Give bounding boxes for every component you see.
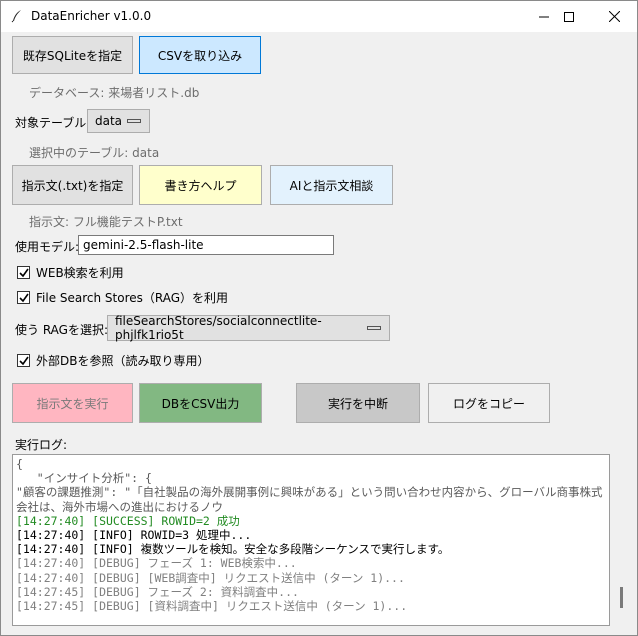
- model-label: 使用モデル:: [15, 240, 80, 254]
- log-line: [14:27:45] [DEBUG] [資料調査中] リクエスト送信中 (ターン…: [16, 599, 408, 614]
- log-line: [14:27:40] [DEBUG] フェーズ 1: WEB検索中...: [16, 556, 297, 571]
- model-input[interactable]: gemini-2.5-flash-lite: [78, 235, 334, 255]
- instruction-label: 指示文: フル機能テストP.txt: [29, 215, 183, 229]
- log-scrollbar[interactable]: [620, 587, 623, 608]
- title-bar: DataEnricher v1.0.0: [1, 1, 637, 32]
- rag-label: 使う RAGを選択:: [15, 323, 109, 337]
- log-line: "インサイト分析": {: [16, 471, 152, 486]
- external-db-checkbox[interactable]: 外部DBを参照（読み取り専用）: [17, 352, 209, 369]
- close-icon: [608, 11, 620, 22]
- external-db-label: 外部DBを参照（読み取り専用）: [36, 354, 210, 368]
- table-select-value: data: [95, 114, 123, 128]
- select-sqlite-button[interactable]: 既存SQLiteを指定: [12, 36, 133, 74]
- log-line: [14:27:40] [SUCCESS] ROWID=2 成功: [16, 513, 240, 528]
- rag-select[interactable]: fileSearchStores/socialconnectlite-phjlf…: [107, 314, 390, 342]
- export-csv-button[interactable]: DBをCSV出力: [139, 383, 262, 423]
- maximize-icon: [564, 11, 574, 22]
- dropdown-icon: [367, 326, 381, 330]
- close-button[interactable]: [591, 1, 637, 32]
- log-line: "顧客の課題推測": "「自社製品の海外展開事例に興味がある」という問い合わせ内…: [16, 485, 603, 514]
- table-label: 対象テーブル:: [15, 116, 91, 130]
- database-label: データベース: 来場者リスト.db: [29, 86, 200, 100]
- window-title: DataEnricher v1.0.0: [31, 9, 152, 23]
- rag-select-value: fileSearchStores/socialconnectlite-phjlf…: [115, 314, 322, 342]
- feather-icon: [10, 9, 24, 23]
- maximize-button[interactable]: [546, 1, 592, 32]
- log-output[interactable]: { "インサイト分析": { "顧客の課題推測": "「自社製品の海外展開事例に…: [12, 454, 610, 626]
- web-search-checkbox[interactable]: WEB検索を利用: [17, 264, 124, 281]
- stop-button[interactable]: 実行を中断: [296, 383, 420, 423]
- import-csv-button[interactable]: CSVを取り込み: [139, 36, 261, 74]
- log-line: [14:27:40] [INFO] ROWID=3 処理中...: [16, 528, 252, 543]
- help-button[interactable]: 書き方ヘルプ: [139, 165, 262, 205]
- select-instruction-button[interactable]: 指示文(.txt)を指定: [12, 165, 133, 205]
- dropdown-icon: [127, 119, 141, 123]
- app-window: DataEnricher v1.0.0 既存SQLiteを指定 CSVを取り込み…: [0, 0, 638, 636]
- ai-consult-button[interactable]: AIと指示文相談: [270, 165, 393, 205]
- table-select[interactable]: data: [87, 109, 150, 133]
- web-search-label: WEB検索を利用: [36, 266, 124, 280]
- log-line: [14:27:40] [INFO] 複数ツールを検知。安全な多段階シーケンスで実…: [16, 542, 450, 557]
- check-icon: [19, 268, 29, 278]
- selected-table-label: 選択中のテーブル: data: [29, 146, 160, 160]
- check-icon: [19, 293, 29, 303]
- file-search-label: File Search Stores（RAG）を利用: [36, 291, 229, 305]
- log-label: 実行ログ:: [15, 438, 68, 452]
- log-line: {: [16, 457, 23, 471]
- log-line: [14:27:45] [DEBUG] フェーズ 2: 資料調査中...: [16, 584, 299, 599]
- log-line: [14:27:40] [DEBUG] [WEB調査中] リクエスト送信中 (ター…: [16, 570, 405, 585]
- run-instruction-button[interactable]: 指示文を実行: [12, 383, 133, 423]
- check-icon: [19, 356, 29, 366]
- file-search-checkbox[interactable]: File Search Stores（RAG）を利用: [17, 289, 228, 306]
- copy-log-button[interactable]: ログをコピー: [428, 383, 550, 423]
